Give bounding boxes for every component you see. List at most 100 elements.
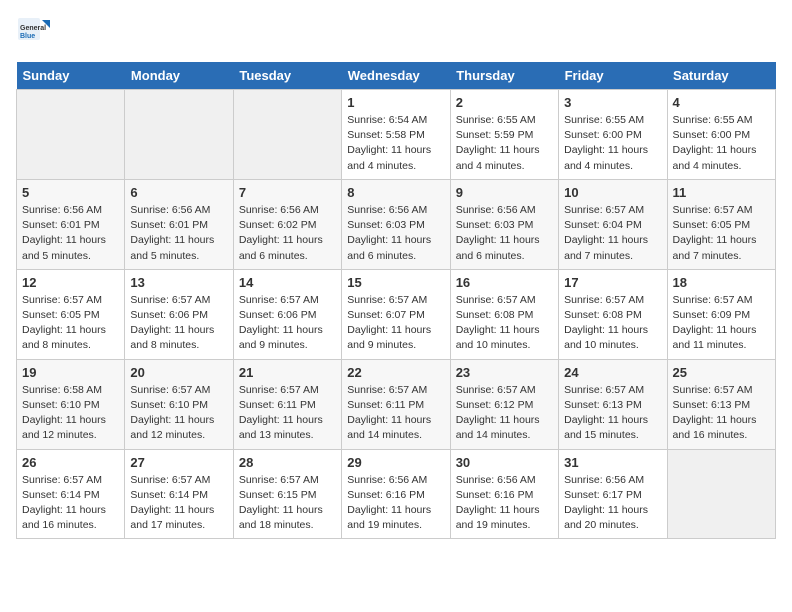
day-number: 23 [456,365,553,380]
calendar-cell: 12Sunrise: 6:57 AMSunset: 6:05 PMDayligh… [17,269,125,359]
daylight: Daylight: 11 hours and 11 minutes. [673,324,757,351]
sunset: Sunset: 6:00 PM [564,129,642,141]
daylight: Daylight: 11 hours and 17 minutes. [130,504,214,531]
day-number: 15 [347,275,444,290]
day-number: 11 [673,185,770,200]
calendar-cell: 7Sunrise: 6:56 AMSunset: 6:02 PMDaylight… [233,179,341,269]
sunrise: Sunrise: 6:54 AM [347,114,427,126]
daylight: Daylight: 11 hours and 8 minutes. [130,324,214,351]
day-info: Sunrise: 6:57 AMSunset: 6:13 PMDaylight:… [673,383,770,444]
sunset: Sunset: 6:13 PM [673,399,751,411]
day-info: Sunrise: 6:57 AM Sunset: 6:15 PM Daylight:… [239,473,336,534]
sunrise: Sunrise: 6:57 AM [22,474,102,486]
weekday-header: Monday [125,62,233,90]
daylight: Daylight: 11 hours and 16 minutes. [22,504,106,531]
sunrise: Sunrise: 6:57 AM [673,384,753,396]
day-number: 20 [130,365,227,380]
sunrise: Sunrise: 6:57 AM [564,384,644,396]
calendar-week: 1 Sunrise: 6:54 AMSunset: 5:58 PMDaylight… [17,90,776,180]
day-number: 16 [456,275,553,290]
weekday-header: Wednesday [342,62,450,90]
day-number: 10 [564,185,661,200]
calendar-cell: 3Sunrise: 6:55 AMSunset: 6:00 PMDaylight… [559,90,667,180]
calendar-cell: 26Sunrise: 6:57 AMSunset: 6:14 PMDayligh… [17,449,125,539]
calendar-cell: 11Sunrise: 6:57 AMSunset: 6:05 PMDayligh… [667,179,775,269]
day-info: Sunrise: 6:54 AMSunset: 5:58 PMDaylight:… [347,113,444,174]
daylight: Daylight: 11 hours and 10 minutes. [456,324,540,351]
day-number: 28 [239,455,336,470]
sunrise: Sunrise: 6:56 AM [347,474,427,486]
calendar-cell: 10 Sunrise: 6:57 AMSunset: 6:04 PMDayligh… [559,179,667,269]
day-info: Sunrise: 6:57 AMSunset: 6:07 PMDaylight:… [347,293,444,354]
daylight: Daylight: 11 hours and 9 minutes. [347,324,431,351]
day-number: 9 [456,185,553,200]
svg-text:General: General [20,25,46,32]
sunset: Sunset: 6:16 PM [347,489,425,501]
day-info: Sunrise: 6:55 AMSunset: 5:59 PMDaylight:… [456,113,553,174]
sunrise: Sunrise: 6:57 AM [564,294,644,306]
calendar-cell: 5Sunrise: 6:56 AMSunset: 6:01 PMDaylight… [17,179,125,269]
daylight: Daylight: 11 hours and 9 minutes. [239,324,323,351]
daylight: Daylight: 11 hours and 4 minutes. [673,144,757,171]
sunset: Sunset: 6:15 PM [239,489,317,501]
day-number: 13 [130,275,227,290]
sunset: Sunset: 6:01 PM [22,219,100,231]
calendar-table: SundayMondayTuesdayWednesdayThursdayFrid… [16,62,776,539]
svg-text:Blue: Blue [20,33,35,40]
day-number: 14 [239,275,336,290]
day-info: Sunrise: 6:57 AMSunset: 6:04 PMDaylight:… [564,203,661,264]
sunrise: Sunrise: 6:57 AM [130,384,210,396]
calendar-cell: 15 Sunrise: 6:57 AMSunset: 6:07 PMDayligh… [342,269,450,359]
sunrise: Sunrise: 6:57 AM [239,474,319,486]
calendar-cell: 31 Sunrise: 6:56 AMSunset: 6:17 PMDayligh… [559,449,667,539]
daylight: Daylight: 11 hours and 4 minutes. [564,144,648,171]
daylight: Daylight: 11 hours and 7 minutes. [564,234,648,261]
sunset: Sunset: 6:01 PM [130,219,208,231]
calendar-cell [17,90,125,180]
calendar-cell: 23 Sunrise: 6:57 AMSunset: 6:12 PMDayligh… [450,359,558,449]
day-info: Sunrise: 6:56 AMSunset: 6:03 PMDaylight:… [456,203,553,264]
daylight: Daylight: 11 hours and 8 minutes. [22,324,106,351]
calendar-week: 19Sunrise: 6:58 AMSunset: 6:10 PMDayligh… [17,359,776,449]
daylight: Daylight: 11 hours and 4 minutes. [347,144,431,171]
day-info: Sunrise: 6:57 AMSunset: 6:12 PMDaylight:… [456,383,553,444]
daylight: Daylight: 11 hours and 18 minutes. [239,504,323,531]
day-number: 1 [347,95,444,110]
day-info: Sunrise: 6:57 AMSunset: 6:11 PMDaylight:… [347,383,444,444]
day-info: Sunrise: 6:57 AMSunset: 6:14 PMDaylight:… [130,473,227,534]
calendar-cell: 22Sunrise: 6:57 AMSunset: 6:11 PMDayligh… [342,359,450,449]
sunset: Sunset: 6:06 PM [239,309,317,321]
sunset: Sunset: 6:13 PM [564,399,642,411]
day-info: Sunrise: 6:57 AMSunset: 6:11 PMDaylight:… [239,383,336,444]
day-number: 18 [673,275,770,290]
day-info: Sunrise: 6:56 AMSunset: 6:17 PMDaylight:… [564,473,661,534]
sunrise: Sunrise: 6:56 AM [22,204,102,216]
day-number: 27 [130,455,227,470]
daylight: Daylight: 11 hours and 5 minutes. [130,234,214,261]
day-number: 30 [456,455,553,470]
sunrise: Sunrise: 6:57 AM [239,384,319,396]
day-number: 31 [564,455,661,470]
calendar-week: 12Sunrise: 6:57 AMSunset: 6:05 PMDayligh… [17,269,776,359]
calendar-cell: 9 Sunrise: 6:56 AMSunset: 6:03 PMDaylight… [450,179,558,269]
daylight: Daylight: 11 hours and 10 minutes. [564,324,648,351]
sunset: Sunset: 6:05 PM [22,309,100,321]
sunrise: Sunrise: 6:57 AM [456,294,536,306]
calendar-cell: 30Sunrise: 6:56 AMSunset: 6:16 PMDayligh… [450,449,558,539]
calendar-cell: 27 Sunrise: 6:57 AMSunset: 6:14 PMDayligh… [125,449,233,539]
daylight: Daylight: 11 hours and 20 minutes. [564,504,648,531]
daylight: Daylight: 11 hours and 15 minutes. [564,414,648,441]
daylight: Daylight: 11 hours and 6 minutes. [347,234,431,261]
day-number: 3 [564,95,661,110]
day-info: Sunrise: 6:56 AMSunset: 6:02 PMDaylight:… [239,203,336,264]
sunrise: Sunrise: 6:57 AM [347,294,427,306]
sunset: Sunset: 6:14 PM [130,489,208,501]
calendar-cell: 1 Sunrise: 6:54 AMSunset: 5:58 PMDaylight… [342,90,450,180]
daylight: Daylight: 11 hours and 6 minutes. [239,234,323,261]
sunrise: Sunrise: 6:57 AM [673,294,753,306]
sunrise: Sunrise: 6:57 AM [22,294,102,306]
daylight: Daylight: 11 hours and 14 minutes. [347,414,431,441]
calendar-cell: 2Sunrise: 6:55 AMSunset: 5:59 PMDaylight… [450,90,558,180]
day-number: 5 [22,185,119,200]
sunrise: Sunrise: 6:56 AM [239,204,319,216]
